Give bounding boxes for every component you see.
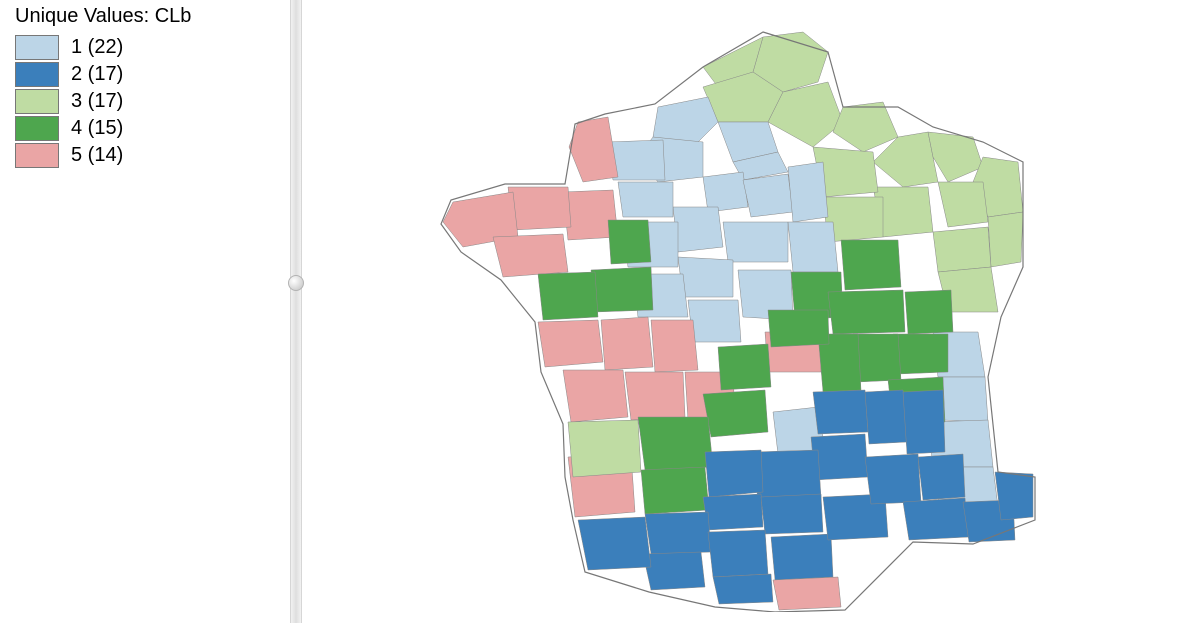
legend-swatch-2 [15, 62, 59, 87]
legend-label-2: 2 (17) [71, 63, 123, 86]
region-dordogne[interactable] [638, 417, 713, 470]
legend-item-1[interactable]: 1 (22) [15, 35, 280, 60]
region-vosges[interactable] [938, 182, 988, 227]
region-pyrenees-atl[interactable] [578, 517, 651, 570]
legend-item-5[interactable]: 5 (14) [15, 143, 280, 168]
legend-item-4[interactable]: 4 (15) [15, 116, 280, 141]
legend-label-5: 5 (14) [71, 144, 123, 167]
legend-swatch-3 [15, 89, 59, 114]
region-charente-m[interactable] [563, 370, 628, 422]
region-indre[interactable] [688, 300, 741, 342]
region-drome[interactable] [903, 390, 945, 454]
region-loiret[interactable] [723, 222, 788, 262]
region-mayenne[interactable] [608, 220, 651, 264]
region-tarn-et-g[interactable] [703, 494, 763, 530]
region-loir-et-cher[interactable] [678, 257, 733, 297]
region-ariege[interactable] [713, 574, 773, 604]
splitter-handle-icon [288, 275, 304, 291]
region-maine-et-loire[interactable] [591, 267, 653, 312]
region-lot-et-garonne[interactable] [641, 467, 709, 514]
region-haute-loire[interactable] [813, 390, 868, 434]
legend-label-3: 3 (17) [71, 90, 123, 113]
region-morbihan[interactable] [493, 234, 568, 277]
region-ardennes[interactable] [833, 102, 898, 152]
region-gard[interactable] [865, 454, 921, 504]
region-lot[interactable] [705, 450, 763, 497]
region-haute-saone[interactable] [933, 227, 991, 272]
region-pyrenees-orientales[interactable] [773, 577, 841, 610]
region-correze[interactable] [703, 390, 768, 437]
legend-title: Unique Values: CLb [15, 5, 280, 28]
region-cotes-darmor[interactable] [508, 187, 571, 230]
region-yonne[interactable] [788, 222, 838, 272]
map-panel[interactable] [302, 0, 1184, 623]
region-aude[interactable] [771, 534, 833, 580]
legend-swatch-5 [15, 143, 59, 168]
region-seine-et-marne[interactable] [788, 162, 828, 222]
legend-label-4: 4 (15) [71, 117, 123, 140]
legend-item-2[interactable]: 2 (17) [15, 62, 280, 87]
legend-item-3[interactable]: 3 (17) [15, 89, 280, 114]
region-saone-et-loire[interactable] [828, 290, 905, 334]
region-orne[interactable] [618, 182, 673, 217]
legend-swatch-4 [15, 116, 59, 141]
region-essonne[interactable] [743, 174, 793, 217]
region-charente[interactable] [625, 372, 685, 420]
region-haute-garonne[interactable] [708, 530, 768, 577]
legend-label-1: 1 (22) [71, 36, 123, 59]
region-aveyron[interactable] [753, 450, 821, 502]
region-vendee[interactable] [538, 320, 603, 367]
region-jura[interactable] [905, 290, 953, 334]
region-haut-rhin[interactable] [988, 212, 1023, 267]
region-eure-et-loir[interactable] [673, 207, 723, 252]
region-cote-dor[interactable] [841, 240, 901, 290]
legend-items: 1 (22) 2 (17) 3 (17) 4 (15) 5 (14) [15, 34, 280, 169]
region-vienne[interactable] [651, 320, 698, 372]
region-gironde[interactable] [568, 420, 641, 477]
region-tarn[interactable] [761, 494, 823, 534]
region-savoy-s[interactable] [938, 377, 988, 422]
region-gers[interactable] [645, 512, 711, 554]
region-hautes-pyrenees[interactable] [643, 552, 705, 590]
legend-panel: Unique Values: CLb 1 (22) 2 (17) 3 (17) … [0, 0, 290, 623]
region-alpes-maritimes[interactable] [995, 472, 1033, 520]
region-bouches-du-rhone[interactable] [903, 498, 969, 540]
region-loire-atlantique[interactable] [538, 272, 598, 320]
region-yvelines[interactable] [703, 172, 748, 212]
root: Unique Values: CLb 1 (22) 2 (17) 3 (17) … [0, 0, 1184, 623]
region-vaucluse[interactable] [918, 454, 965, 500]
pane-splitter[interactable] [290, 0, 302, 623]
region-manche[interactable] [569, 117, 618, 182]
region-deux-sevres[interactable] [601, 317, 653, 370]
region-ardeche[interactable] [865, 390, 907, 444]
legend-swatch-1 [15, 35, 59, 60]
france-choropleth-map[interactable] [373, 12, 1113, 612]
region-allier[interactable] [768, 310, 829, 347]
region-creuse[interactable] [718, 344, 771, 390]
region-ain[interactable] [893, 334, 948, 374]
